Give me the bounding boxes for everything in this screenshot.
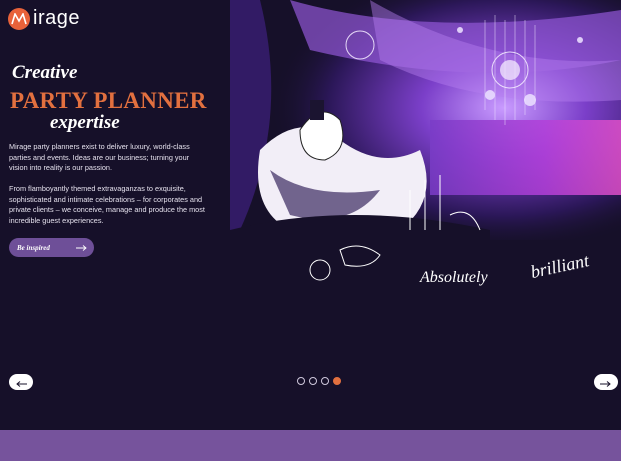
carousel-next-button[interactable]: [594, 374, 618, 390]
hero-intro-paragraph: Mirage party planners exist to deliver l…: [9, 142, 190, 173]
hero-heading-party-planner: PARTY PLANNER: [10, 88, 207, 113]
next-section-band: [0, 430, 621, 461]
carousel-dot-3[interactable]: [321, 377, 329, 385]
mirage-logo-icon: [8, 7, 30, 30]
hero-section: Absolutely brilliant irage Creative PART…: [0, 0, 621, 430]
hero-heading-expertise: expertise: [50, 112, 120, 133]
be-inspired-button[interactable]: Be inspired: [9, 238, 94, 257]
hero-heading-creative: Creative: [12, 62, 78, 83]
party-illustration: Absolutely brilliant: [230, 0, 621, 320]
be-inspired-label: Be inspired: [17, 243, 50, 252]
arrow-right-icon: [76, 243, 88, 253]
hero-detail-paragraph: From flamboyantly themed extravaganzas t…: [9, 184, 205, 225]
brand-name: irage: [33, 7, 80, 29]
carousel-prev-button[interactable]: [9, 374, 33, 390]
carousel-pagination: [297, 377, 341, 385]
script-word-absolutely: Absolutely: [419, 269, 488, 286]
carousel-dot-2[interactable]: [309, 377, 317, 385]
arrow-left-icon: [15, 375, 27, 390]
carousel-dot-4[interactable]: [333, 377, 341, 385]
script-word-brilliant: brilliant: [529, 250, 592, 282]
arrow-right-icon: [600, 375, 612, 390]
carousel-dot-1[interactable]: [297, 377, 305, 385]
brand-logo[interactable]: irage: [8, 7, 80, 30]
